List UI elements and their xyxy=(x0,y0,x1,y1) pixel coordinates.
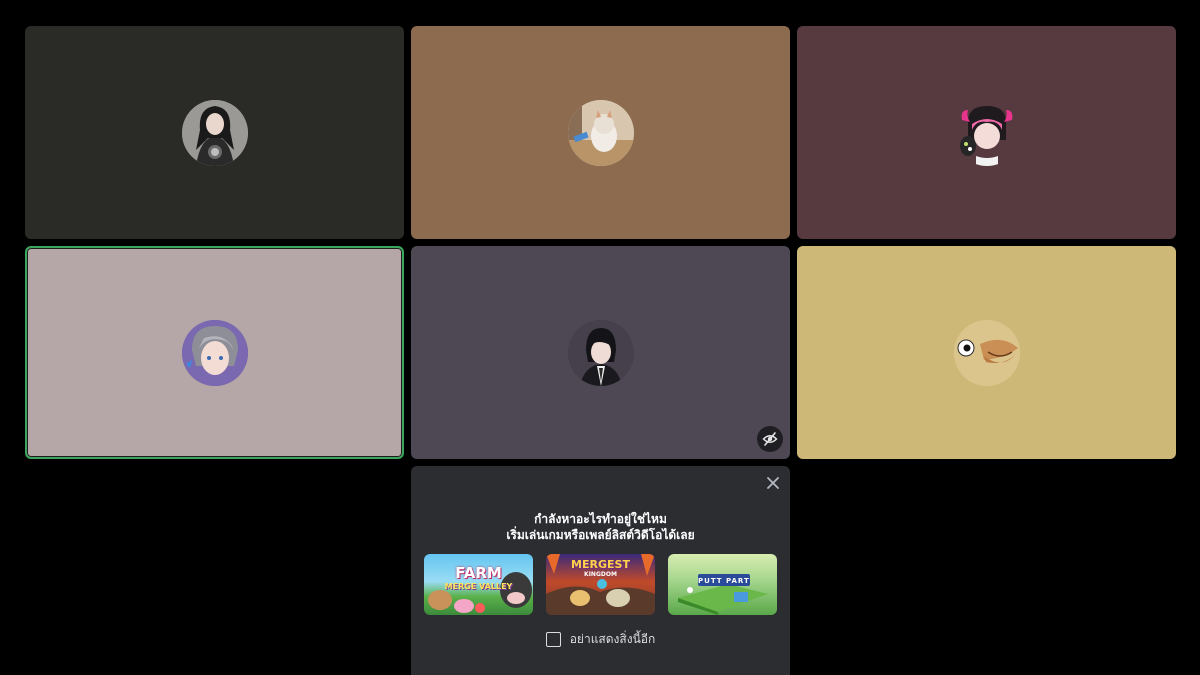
dark-hair-boy-icon xyxy=(567,319,634,386)
participant-tile-5[interactable] xyxy=(411,246,790,459)
activity-prompt-text: กำลังหาอะไรทำอยู่ใช่ไหม เริ่มเล่นเกมหรือ… xyxy=(411,511,790,543)
cat-avatar xyxy=(567,99,634,166)
activity-title-1: FARM xyxy=(455,564,502,582)
checkbox-box[interactable] xyxy=(545,631,561,647)
eye-slash-icon[interactable] xyxy=(757,426,783,452)
participant-tile-2[interactable] xyxy=(411,26,790,239)
activity-subtitle-1: MERGE VALLEY xyxy=(444,582,513,591)
video-hidden-glyph xyxy=(762,432,778,446)
close-glyph xyxy=(767,477,779,489)
dont-show-again-checkbox[interactable]: อย่าแสดงสิ่งนี้อีก xyxy=(411,629,790,649)
activity-card-farm-merge-valley[interactable]: FARM MERGE VALLEY xyxy=(424,554,533,615)
participant-tile-4[interactable] xyxy=(25,246,404,459)
duck-avatar xyxy=(953,319,1020,386)
participant-tile-3[interactable] xyxy=(797,26,1176,239)
silver-hair-boy-icon xyxy=(181,319,248,386)
participant-tile-1[interactable] xyxy=(25,26,404,239)
goth-girl-avatar-icon xyxy=(181,99,248,166)
activity-suggestion-panel: กำลังหาอะไรทำอยู่ใช่ไหม เริ่มเล่นเกมหรือ… xyxy=(411,466,790,675)
activity-card-putt-party[interactable]: PUTT PARTY xyxy=(668,554,777,615)
activity-title-2: MERGEST xyxy=(571,558,630,571)
pink-hair-girl-icon xyxy=(953,99,1020,166)
close-icon[interactable] xyxy=(764,474,782,492)
user-avatar xyxy=(181,99,248,166)
activity-subtitle-2: KINGDOM xyxy=(584,571,617,578)
call-stage: กำลังหาอะไรทำอยู่ใช่ไหม เริ่มเล่นเกมหรือ… xyxy=(0,0,1200,675)
activity-card-mergest-kingdom[interactable]: MERGEST KINGDOM xyxy=(546,554,655,615)
prompt-line-1: กำลังหาอะไรทำอยู่ใช่ไหม xyxy=(534,512,667,526)
cat-photo-icon xyxy=(567,99,634,166)
participant-tile-6[interactable] xyxy=(797,246,1176,459)
dont-show-again-label: อย่าแสดงสิ่งนี้อีก xyxy=(569,631,656,646)
prompt-line-2: เริ่มเล่นเกมหรือเพลย์ลิสต์วิดีโอได้เลย xyxy=(506,528,695,542)
silver-hair-avatar xyxy=(181,319,248,386)
dark-hair-avatar xyxy=(567,319,634,386)
duck-face-icon xyxy=(953,319,1020,386)
activity-list: FARM MERGE VALLEY MERGEST KINGDOM PUTT P… xyxy=(424,554,777,615)
activity-title-3: PUTT PARTY xyxy=(698,577,750,585)
pink-hair-avatar xyxy=(953,99,1020,166)
